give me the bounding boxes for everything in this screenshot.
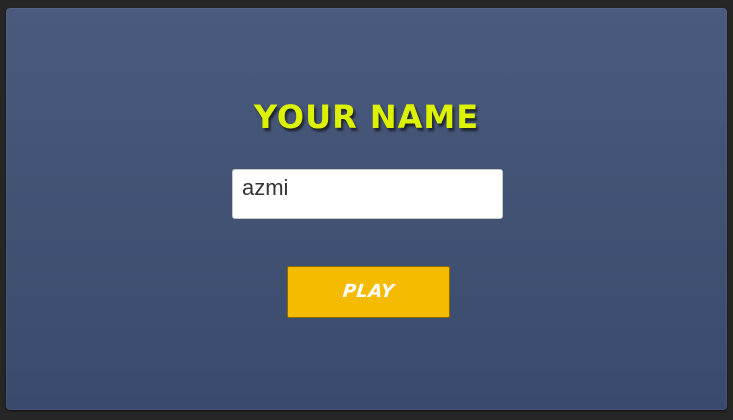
page-title: YOUR NAME	[253, 98, 480, 136]
play-button-label: PLAY	[341, 281, 396, 302]
name-input-value: azmi	[242, 175, 289, 200]
window-frame: YOUR NAME azmi PLAY	[0, 0, 733, 420]
play-button[interactable]: PLAY	[287, 266, 450, 318]
name-input[interactable]: azmi	[232, 169, 503, 219]
